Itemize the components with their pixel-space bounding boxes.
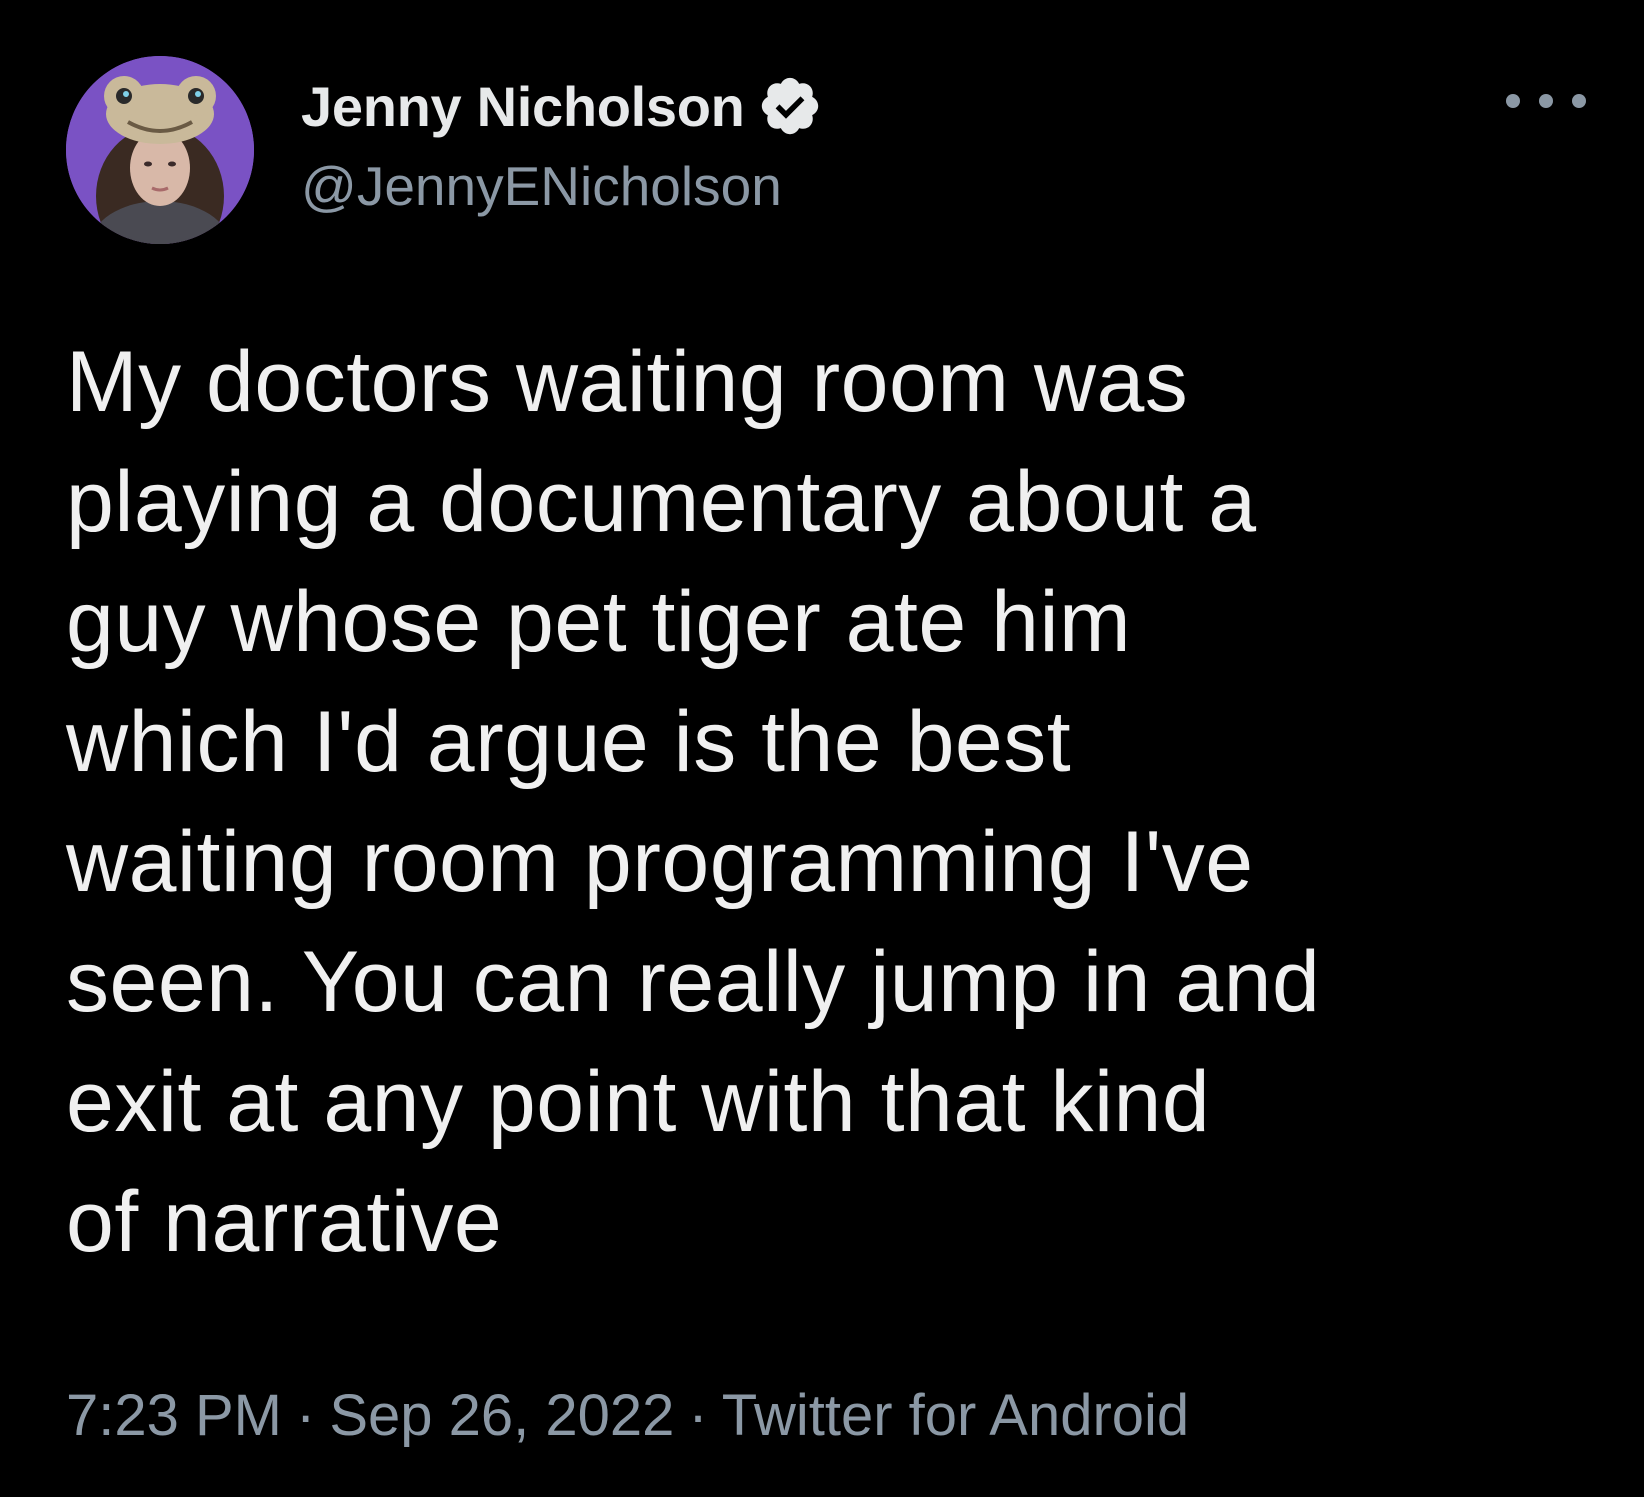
handle[interactable]: @JennyENicholson xyxy=(301,154,823,218)
display-name[interactable]: Jenny Nicholson xyxy=(301,74,745,139)
more-dot xyxy=(1506,94,1520,108)
tweet-text-line: exit at any point with that kind xyxy=(66,1054,1211,1150)
tweet: Jenny Nicholson @JennyENicholson My doct… xyxy=(0,0,1644,1497)
more-horizontal-icon[interactable] xyxy=(1506,86,1586,116)
name-row: Jenny Nicholson xyxy=(301,66,823,146)
tweet-text-line: seen. You can really jump in and xyxy=(66,934,1321,1030)
tweet-source[interactable]: Twitter for Android xyxy=(722,1383,1189,1448)
more-dot xyxy=(1572,94,1586,108)
tweet-text: My doctors waiting room was playing a do… xyxy=(66,322,1586,1282)
more-dot xyxy=(1539,94,1553,108)
tweet-text-line: which I'd argue is the best xyxy=(66,694,1072,790)
tweet-text-line: waiting room programming I've xyxy=(66,814,1254,910)
tweet-text-line: guy whose pet tiger ate him xyxy=(66,574,1132,670)
verified-badge-icon xyxy=(757,73,823,139)
meta-separator: · xyxy=(688,1383,708,1448)
tweet-text-line: of narrative xyxy=(66,1174,503,1270)
tweet-text-line: playing a documentary about a xyxy=(66,454,1257,550)
tweet-date[interactable]: Sep 26, 2022 xyxy=(329,1383,674,1448)
meta-separator: · xyxy=(296,1383,316,1448)
tweet-time[interactable]: 7:23 PM xyxy=(66,1383,282,1448)
tweet-text-line: My doctors waiting room was xyxy=(66,334,1189,430)
tweet-meta: 7:23 PM · Sep 26, 2022 · Twitter for Android xyxy=(66,1382,1189,1449)
author-identity[interactable]: Jenny Nicholson @JennyENicholson xyxy=(301,66,823,218)
tweet-header: Jenny Nicholson @JennyENicholson xyxy=(66,56,1586,246)
avatar[interactable] xyxy=(66,56,254,244)
